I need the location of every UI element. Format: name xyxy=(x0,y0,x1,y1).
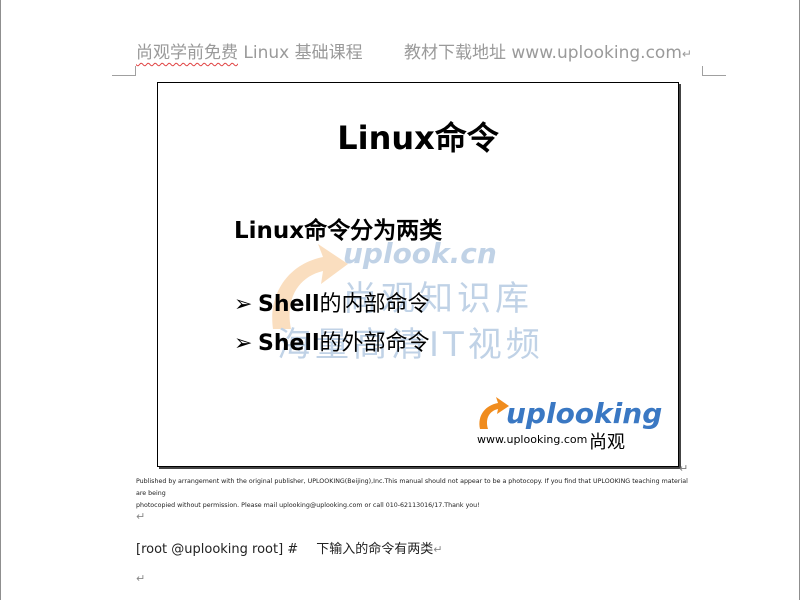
brand-url: www.uplooking.com xyxy=(477,433,588,446)
slide-bullet-2: ➢ Shell的外部命令 xyxy=(234,325,430,357)
header-download-text: 教材下载地址 www.uplooking.com↵ xyxy=(404,38,692,63)
bullet-text: 的内部命令 xyxy=(319,292,430,317)
slide-image[interactable]: Linux命令 uplook.cn 尚观知识库 海量高清IT视频 Linux命令… xyxy=(157,82,679,467)
notice-line-2: photocopied without permission. Please m… xyxy=(136,502,480,509)
uplooking-logo-icon xyxy=(479,397,509,429)
paragraph-mark: ↵ xyxy=(433,543,443,556)
header-left-text: 尚观学前免费 Linux 基础课程 xyxy=(136,38,363,63)
notice-line-1: Published by arrangement with the origin… xyxy=(136,478,688,497)
bullet-arrow-icon: ➢ xyxy=(234,331,253,356)
brand-chinese-name: 尚观 xyxy=(589,432,625,453)
header-spellcheck-text: 尚观学前免费 xyxy=(136,43,238,63)
bullet-arrow-icon: ➢ xyxy=(234,292,253,317)
paragraph-mark: ↵ xyxy=(679,462,689,475)
page-header: 尚观学前免费 Linux 基础课程 教材下载地址 www.uplooking.c… xyxy=(136,38,706,66)
empty-paragraph-mark: ↵ xyxy=(136,510,146,523)
command-description: 下输入的命令有两类 xyxy=(316,542,434,557)
command-line: [root @uplooking root] # 下输入的命令有两类↵ xyxy=(136,538,442,557)
brand-name: uplooking xyxy=(506,397,663,430)
bullet-text: 的外部命令 xyxy=(319,331,430,356)
command-prompt: [root @uplooking root] # xyxy=(136,542,299,557)
copyright-notice: Published by arrangement with the origin… xyxy=(136,476,696,512)
slide-bullet-1: ➢ Shell的内部命令 xyxy=(234,286,430,318)
slide-title: Linux命令 xyxy=(337,119,499,157)
bullet-bold-text: Shell xyxy=(258,292,320,317)
bullet-bold-text: Shell xyxy=(258,331,320,356)
margin-corner-right-v xyxy=(702,66,703,76)
slide-subtitle: Linux命令分为两类 xyxy=(234,218,443,244)
margin-corner-right-h xyxy=(702,75,726,76)
brand-logo: uplooking www.uplooking.com 尚观 xyxy=(476,395,666,455)
margin-corner-left-h xyxy=(112,75,136,76)
header-course-text: Linux 基础课程 xyxy=(238,43,363,63)
page-left-border xyxy=(0,0,1,600)
margin-corner-left-v xyxy=(135,66,136,76)
header-download-label: 教材下载地址 www.uplooking.com xyxy=(404,43,682,63)
paragraph-mark: ↵ xyxy=(681,47,692,61)
empty-paragraph-mark: ↵ xyxy=(136,572,146,585)
